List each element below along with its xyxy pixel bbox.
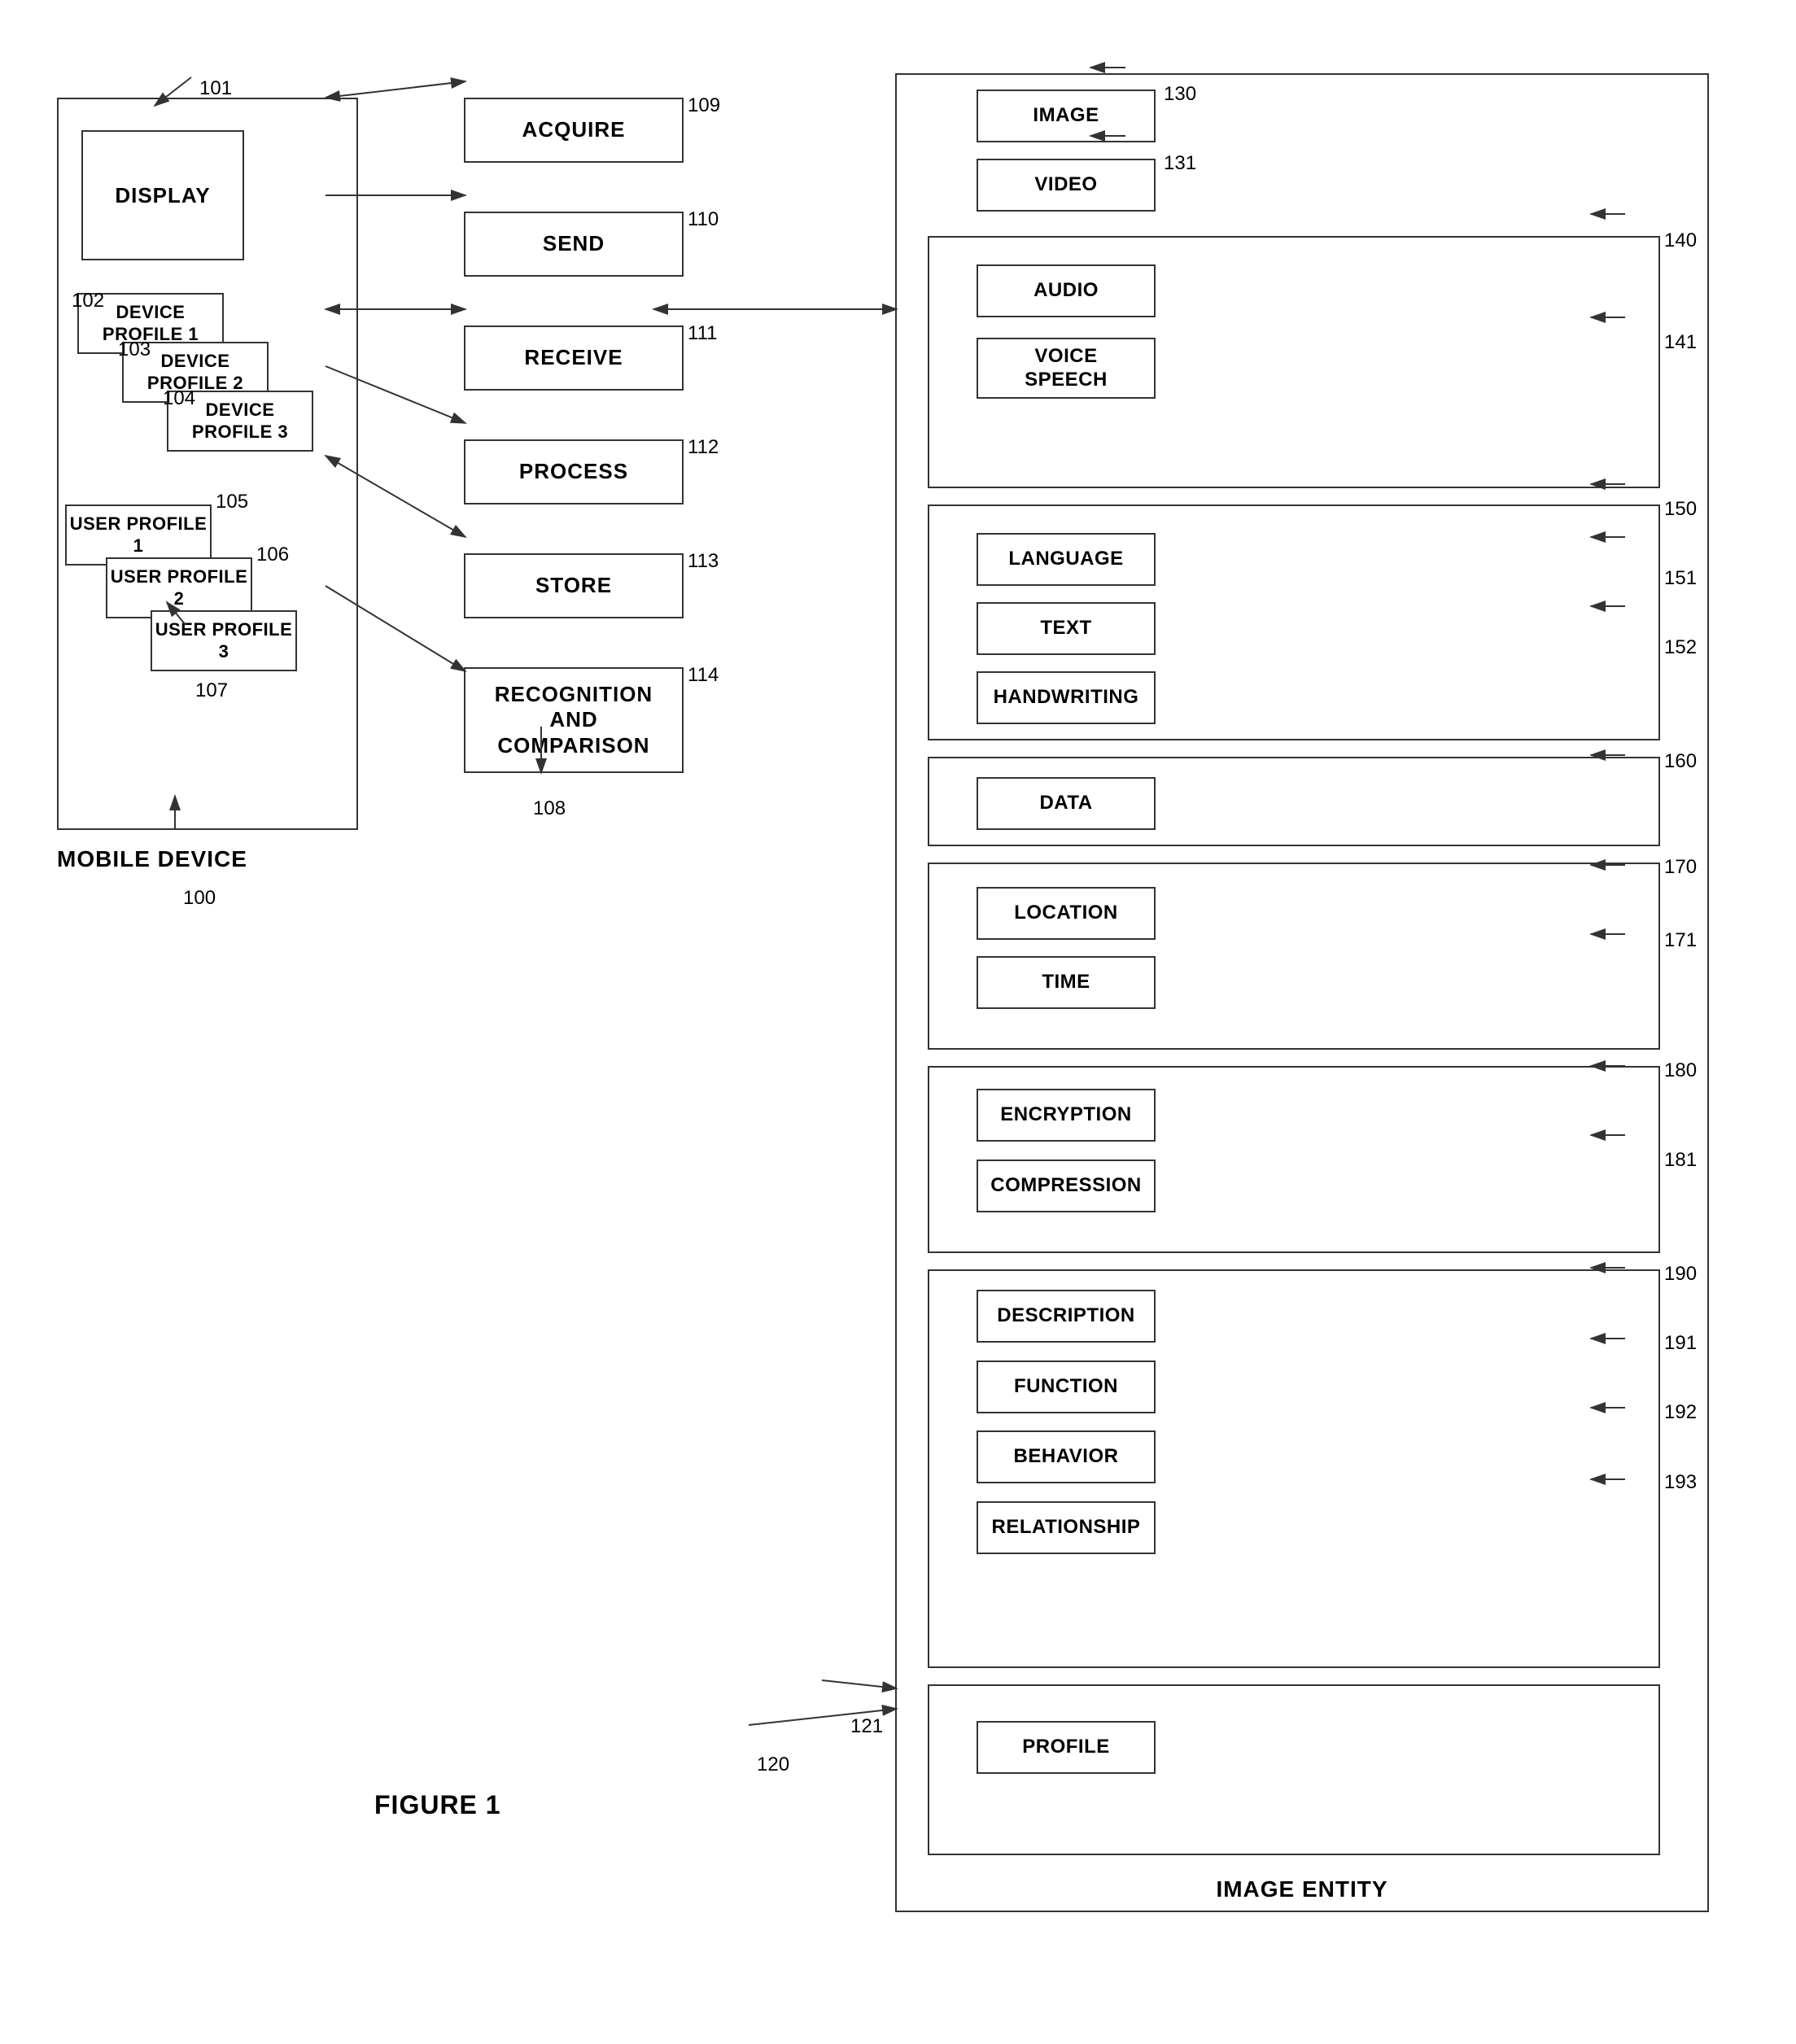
ref-152: 152: [1664, 636, 1697, 659]
ref-112: 112: [688, 436, 719, 459]
ref-193: 193: [1664, 1471, 1697, 1494]
behavior-box: BEHAVIOR: [977, 1430, 1156, 1483]
ref-100: 100: [183, 887, 216, 910]
handwriting-box: HANDWRITING: [977, 671, 1156, 724]
audio-box: AUDIO: [977, 264, 1156, 317]
voice-speech-box: VOICESPEECH: [977, 338, 1156, 399]
user-profile-2-box: USER PROFILE 2: [106, 557, 252, 618]
display-box: DISPLAY: [81, 130, 244, 260]
ref-131: 131: [1164, 152, 1196, 175]
profile-label: PROFILE: [1022, 1736, 1110, 1759]
text-label: TEXT: [1040, 617, 1091, 640]
user-profile-2-label: USER PROFILE 2: [107, 566, 251, 609]
user-profile-1-label: USER PROFILE 1: [67, 513, 210, 557]
acquire-box: ACQUIRE: [464, 98, 684, 163]
receive-box: RECEIVE: [464, 325, 684, 391]
function-box: FUNCTION: [977, 1360, 1156, 1413]
ref-108: 108: [533, 797, 566, 820]
compression-label: COMPRESSION: [990, 1174, 1142, 1198]
ref-191: 191: [1664, 1332, 1697, 1355]
description-box: DESCRIPTION: [977, 1290, 1156, 1343]
recognition-label: RECOGNITIONANDCOMPARISON: [495, 682, 653, 758]
image-label: IMAGE: [1033, 104, 1099, 128]
ref-121: 121: [850, 1715, 883, 1738]
ref-192: 192: [1664, 1401, 1697, 1424]
ref-105: 105: [216, 491, 248, 513]
ref-130: 130: [1164, 83, 1196, 106]
language-label: LANGUAGE: [1008, 548, 1123, 571]
video-label: VIDEO: [1034, 173, 1097, 197]
behavior-label: BEHAVIOR: [1014, 1445, 1119, 1469]
ref-109: 109: [688, 94, 720, 117]
image-entity-label: IMAGE ENTITY: [897, 1876, 1707, 1902]
ref-101: 101: [199, 77, 232, 100]
ref-170: 170: [1664, 856, 1697, 879]
language-box: LANGUAGE: [977, 533, 1156, 586]
ref-160: 160: [1664, 750, 1697, 773]
encryption-box: ENCRYPTION: [977, 1089, 1156, 1142]
relationship-box: RELATIONSHIP: [977, 1501, 1156, 1554]
video-box: VIDEO: [977, 159, 1156, 212]
acquire-label: ACQUIRE: [522, 117, 626, 142]
send-box: SEND: [464, 212, 684, 277]
figure-label: FIGURE 1: [374, 1790, 501, 1820]
process-label: PROCESS: [519, 459, 628, 484]
diagram-container: 101 DISPLAY DEVICEPROFILE 1 102 DEVICEPR…: [33, 49, 1758, 1985]
location-label: LOCATION: [1014, 902, 1118, 925]
ref-103: 103: [118, 338, 151, 361]
ref-107: 107: [195, 679, 228, 702]
ref-150: 150: [1664, 498, 1697, 521]
ref-120-outer: 120: [757, 1754, 789, 1776]
ref-113: 113: [688, 550, 719, 573]
handwriting-label: HANDWRITING: [994, 686, 1139, 710]
user-profile-1-box: USER PROFILE 1: [65, 504, 212, 566]
device-profile-3-label: DEVICEPROFILE 3: [192, 400, 288, 443]
ref-104: 104: [163, 387, 195, 410]
user-profile-3-label: USER PROFILE 3: [152, 619, 295, 662]
image-box: IMAGE: [977, 90, 1156, 142]
mobile-device-label: MOBILE DEVICE: [57, 846, 247, 872]
ref-114: 114: [688, 664, 719, 687]
user-profile-3-box: USER PROFILE 3: [151, 610, 297, 671]
send-label: SEND: [543, 231, 605, 256]
function-label: FUNCTION: [1014, 1375, 1118, 1399]
ref-151: 151: [1664, 567, 1697, 590]
data-box: DATA: [977, 777, 1156, 830]
data-label: DATA: [1039, 792, 1092, 815]
ref-171: 171: [1664, 929, 1697, 952]
process-box: PROCESS: [464, 439, 684, 504]
description-label: DESCRIPTION: [997, 1304, 1135, 1328]
profile-box: PROFILE: [977, 1721, 1156, 1774]
display-label: DISPLAY: [115, 183, 210, 208]
recognition-box: RECOGNITIONANDCOMPARISON: [464, 667, 684, 773]
time-label: TIME: [1042, 971, 1090, 994]
ref-140: 140: [1664, 229, 1697, 252]
time-box: TIME: [977, 956, 1156, 1009]
ref-180: 180: [1664, 1059, 1697, 1082]
store-box: STORE: [464, 553, 684, 618]
audio-label: AUDIO: [1033, 279, 1099, 303]
receive-label: RECEIVE: [524, 345, 623, 370]
ref-110: 110: [688, 208, 719, 231]
ref-141: 141: [1664, 331, 1697, 354]
ref-181: 181: [1664, 1149, 1697, 1172]
ref-106: 106: [256, 544, 289, 566]
relationship-label: RELATIONSHIP: [992, 1516, 1141, 1540]
location-box: LOCATION: [977, 887, 1156, 940]
ref-190: 190: [1664, 1263, 1697, 1286]
ref-111: 111: [688, 322, 717, 345]
voice-speech-label: VOICESPEECH: [1025, 345, 1108, 392]
store-label: STORE: [535, 573, 612, 598]
text-box: TEXT: [977, 602, 1156, 655]
ref-102: 102: [72, 290, 104, 312]
compression-box: COMPRESSION: [977, 1160, 1156, 1212]
encryption-label: ENCRYPTION: [1000, 1103, 1131, 1127]
